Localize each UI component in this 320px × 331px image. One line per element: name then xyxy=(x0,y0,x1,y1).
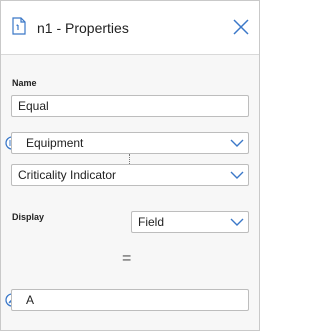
field-select[interactable]: Criticality Indicator xyxy=(11,164,249,186)
operator-symbol: = xyxy=(122,250,132,267)
name-label: Name xyxy=(12,78,37,88)
field-select-value: Criticality Indicator xyxy=(18,168,117,182)
document-icon xyxy=(12,17,26,35)
display-select[interactable]: Field xyxy=(131,211,249,233)
panel-title: n1 - Properties xyxy=(37,20,129,36)
connector-line xyxy=(129,154,130,164)
panel-header: n1 - Properties xyxy=(1,1,259,55)
entity-select[interactable]: Equipment xyxy=(11,132,249,154)
close-icon[interactable] xyxy=(231,17,251,37)
name-input[interactable]: Equal xyxy=(11,95,249,117)
entity-select-value: Equipment xyxy=(26,136,84,150)
chevron-down-icon xyxy=(230,171,244,179)
display-select-value: Field xyxy=(138,215,165,229)
chevron-down-icon xyxy=(230,218,244,226)
chevron-down-icon xyxy=(230,139,244,147)
display-label: Display xyxy=(12,212,45,222)
value-input[interactable]: A xyxy=(11,289,249,311)
properties-panel: n1 - Properties Name Equal Equipment Cri… xyxy=(0,0,260,331)
